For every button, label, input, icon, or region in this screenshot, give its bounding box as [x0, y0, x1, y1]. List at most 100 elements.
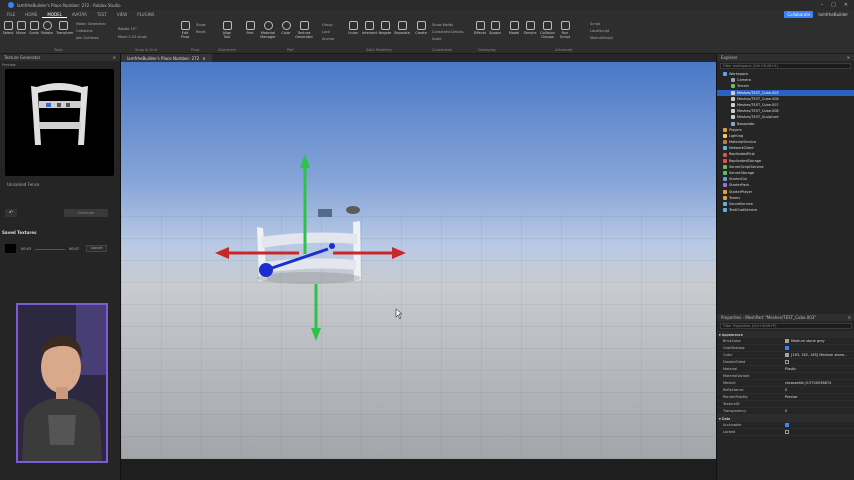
scale-tool-button[interactable]: Scale: [27, 21, 41, 35]
property-value[interactable]: rbxassetid://13700038874: [785, 381, 854, 385]
property-row[interactable]: RenderFidelity Precise: [717, 394, 854, 401]
gizmo-x-arrow[interactable]: [392, 247, 406, 259]
close-tab-icon[interactable]: ✕: [202, 56, 205, 61]
generate-button[interactable]: Generate: [64, 209, 108, 217]
collaborate-button[interactable]: Collaborate: [784, 11, 814, 18]
property-value[interactable]: [785, 423, 854, 427]
gizmo-y-arrow-neg[interactable]: [311, 328, 321, 341]
separate-button[interactable]: Separate: [394, 21, 410, 35]
spawn-button[interactable]: Spawn: [488, 21, 502, 35]
menu-tab-home[interactable]: HOME: [20, 12, 42, 17]
collision-groups-button[interactable]: Collision Groups: [539, 21, 556, 39]
saved-texture-thumb[interactable]: [5, 244, 16, 253]
run-script-button[interactable]: Run Script: [558, 21, 572, 39]
move-gizmo[interactable]: [215, 154, 406, 341]
undo-button[interactable]: ↶: [5, 209, 17, 217]
maximize-button[interactable]: □: [831, 2, 836, 8]
appearance-section-header[interactable]: ▾ Appearance: [717, 331, 854, 338]
material-manager-button[interactable]: Material Manager: [259, 21, 277, 39]
property-checkbox[interactable]: [785, 423, 789, 427]
properties-filter-input[interactable]: Filter Properties (Ctrl+Shift+P): [720, 323, 852, 329]
close-icon[interactable]: ✕: [848, 315, 851, 320]
property-row[interactable]: MeshId rbxassetid://13700038874: [717, 380, 854, 387]
negate-button[interactable]: Negate: [378, 21, 392, 35]
property-value[interactable]: [785, 346, 854, 350]
select-tool-button[interactable]: Select: [1, 21, 15, 35]
move-snap-option[interactable]: Move 0.25 studs: [118, 35, 147, 39]
intersect-button[interactable]: Intersect: [362, 21, 378, 35]
menu-tab-test[interactable]: TEST: [92, 12, 112, 17]
mode-option[interactable]: Mode: Geometric: [76, 22, 106, 26]
gizmo-z-handle[interactable]: [259, 263, 273, 277]
property-row[interactable]: Reflectance 0: [717, 387, 854, 394]
property-checkbox[interactable]: [785, 360, 789, 364]
show-pivot-option[interactable]: Show: [196, 23, 205, 27]
part-button[interactable]: Part: [243, 21, 257, 35]
property-row[interactable]: Material Plastic: [717, 366, 854, 373]
property-checkbox[interactable]: [785, 430, 789, 434]
place-tab[interactable]: lamfrheBuilder's Place Number: 272 ✕: [121, 54, 212, 62]
model-button[interactable]: Model: [507, 21, 521, 35]
lock-option[interactable]: Lock: [322, 30, 330, 34]
property-value[interactable]: Medium stone grey: [785, 339, 854, 343]
script-option[interactable]: Script: [590, 22, 600, 26]
union-button[interactable]: Union: [346, 21, 360, 35]
property-row[interactable]: Archivable: [717, 422, 854, 429]
anchor-option[interactable]: Anchor: [322, 37, 334, 41]
reset-pivot-option[interactable]: Reset: [196, 30, 206, 34]
user-name[interactable]: lamfrheBuilder: [818, 12, 848, 17]
close-window-button[interactable]: ✕: [844, 2, 848, 8]
property-row[interactable]: MaterialVariant: [717, 373, 854, 380]
explorer-filter-input[interactable]: Filter workspace (Ctrl+Shift+X): [720, 63, 851, 69]
service-button[interactable]: Service: [523, 21, 537, 35]
close-icon[interactable]: ✕: [847, 55, 850, 60]
rotate-tool-button[interactable]: Rotate: [40, 21, 54, 35]
property-row[interactable]: Transparency 0: [717, 408, 854, 415]
menu-tab-file[interactable]: FILE: [2, 12, 20, 17]
rotate-snap-option[interactable]: Rotate 15°: [118, 27, 137, 31]
3d-viewport[interactable]: [121, 62, 716, 459]
menu-tab-view[interactable]: VIEW: [112, 12, 132, 17]
menu-tab-plugins[interactable]: PLUGINS: [132, 12, 159, 17]
data-section-header[interactable]: ▾ Data: [717, 415, 854, 422]
property-value[interactable]: 0: [785, 388, 854, 392]
transform-tool-button[interactable]: Transform: [56, 21, 73, 35]
modulescript-option[interactable]: ModuleScript: [590, 36, 613, 40]
property-value[interactable]: [785, 360, 854, 364]
property-value[interactable]: Plastic: [785, 367, 854, 371]
property-row[interactable]: TextureID: [717, 401, 854, 408]
move-tool-button[interactable]: Move: [14, 21, 28, 35]
constraint-scale-option[interactable]: Scale: [432, 37, 441, 41]
localscript-option[interactable]: LocalScript: [590, 29, 609, 33]
align-tool-button[interactable]: Align Tool: [220, 21, 234, 39]
property-value[interactable]: [785, 430, 854, 434]
menu-tab-avatar[interactable]: AVATAR: [67, 12, 92, 17]
collisions-toggle[interactable]: Collisions: [76, 29, 92, 33]
property-checkbox[interactable]: [785, 346, 789, 350]
property-value[interactable]: 0: [785, 409, 854, 413]
edit-pivot-button[interactable]: Edit Pivot: [178, 21, 192, 39]
menu-tab-model[interactable]: MODEL: [42, 12, 67, 18]
property-row[interactable]: DoubleSided: [717, 359, 854, 366]
clip-progress-track[interactable]: [35, 249, 65, 250]
gizmo-z-handle-far[interactable]: [329, 243, 335, 249]
property-value[interactable]: [163, 162, 165] Medium stone...: [785, 353, 854, 357]
group-option[interactable]: Group: [322, 23, 333, 27]
constraint-details-toggle[interactable]: Constraint Details: [432, 30, 463, 34]
texture-generator-button[interactable]: Texture Generator: [295, 21, 313, 39]
join-surfaces-toggle[interactable]: Join Surfaces: [76, 36, 99, 40]
close-icon[interactable]: ✕: [113, 55, 116, 60]
preview-thumbnail[interactable]: [5, 69, 114, 176]
property-row[interactable]: Color [163, 162, 165] Medium stone...: [717, 352, 854, 359]
create-constraint-button[interactable]: Create: [414, 21, 428, 35]
color-button[interactable]: Color: [279, 21, 293, 35]
property-value[interactable]: Precise: [785, 395, 854, 399]
minimize-button[interactable]: –: [821, 2, 824, 8]
property-row[interactable]: CastShadow: [717, 345, 854, 352]
show-welds-toggle[interactable]: Show Welds: [432, 23, 453, 27]
gizmo-x-arrow-neg[interactable]: [215, 247, 229, 259]
property-row[interactable]: BrickColor Medium stone grey: [717, 338, 854, 345]
effects-button[interactable]: Effects: [473, 21, 487, 35]
cancel-button[interactable]: Cancel: [86, 245, 107, 252]
property-row[interactable]: Locked: [717, 429, 854, 436]
